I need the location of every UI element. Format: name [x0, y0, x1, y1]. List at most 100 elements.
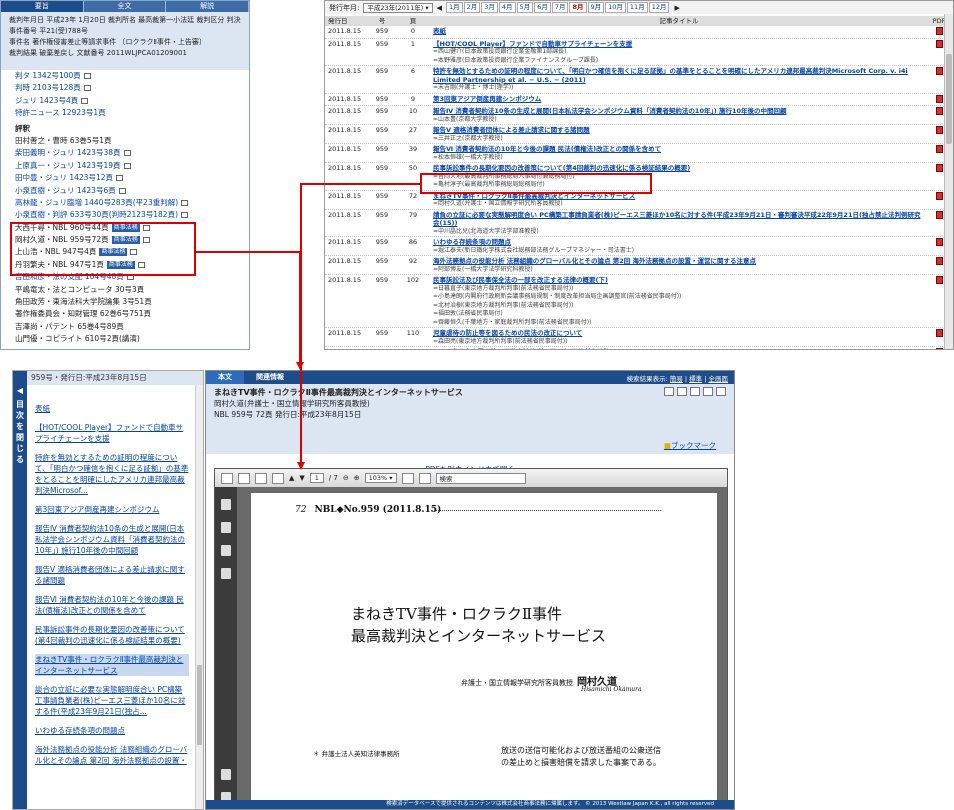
fit-page-icon[interactable] [401, 472, 414, 484]
tab-body[interactable]: 本文 [206, 371, 244, 384]
tab-related[interactable]: 関連情報 [244, 371, 296, 384]
display-simple-link[interactable]: 簡易 [670, 375, 683, 383]
pdf-icon[interactable] [935, 67, 943, 75]
reference-link[interactable]: 判タ 1342号100頁 [15, 71, 81, 80]
commentary-link[interactable]: 柴田義明・ジュリ 1423号38頁 [15, 148, 121, 157]
display-standard-link[interactable]: 標準 [689, 375, 702, 383]
reference-link[interactable]: ジュリ 1423号4頁 [15, 96, 78, 105]
page-number-input[interactable]: 1 [309, 473, 324, 483]
month-tab[interactable]: 1月 [445, 2, 463, 13]
commentary-link[interactable]: 小泉直樹・ジュリ 1423号6頁 [15, 186, 116, 195]
pdf-icon[interactable] [935, 257, 943, 265]
pdf-icon[interactable] [935, 145, 943, 153]
month-tab[interactable]: 8月 [569, 2, 587, 13]
document-icon[interactable] [221, 568, 231, 579]
print-icon[interactable] [221, 472, 233, 484]
pdf-icon[interactable] [935, 210, 943, 219]
toc-item[interactable]: 民事訴訟事件の長期化要因の改善策について(第4回裁判の迅速化に係る検証結果の概要… [35, 624, 189, 646]
next-icon[interactable]: ▶ [674, 4, 679, 12]
tab-summary[interactable]: 要旨 [1, 1, 84, 12]
pdf-icon[interactable] [935, 94, 943, 103]
toc-item[interactable]: 報告Ⅵ 消費者契約法の10年と今後の課題 民法(債権法)改正との関係を含めて [35, 594, 189, 616]
display-full-link[interactable]: 全画面 [709, 375, 729, 383]
article-title-link[interactable]: 報告Ⅵ 消費者契約法の10年と今後の課題 民法(債権法)改正との関係を含めて [433, 145, 925, 154]
pdf-icon[interactable] [935, 329, 943, 337]
article-title-link[interactable]: 児童虐待の防止等を図るための民法の改正について [433, 329, 925, 338]
pdf-icon[interactable] [935, 238, 943, 246]
share-icon[interactable] [272, 472, 284, 484]
zoom-out-icon[interactable]: ⊖ [343, 474, 349, 482]
tab-fulltext[interactable]: 全文 [84, 1, 167, 12]
pdf-search-input[interactable]: 検索 [435, 472, 526, 484]
save-icon[interactable] [690, 387, 700, 396]
month-tab[interactable]: 11月 [626, 2, 648, 13]
pdf-icon[interactable] [935, 164, 943, 172]
pdf-icon[interactable] [935, 107, 943, 115]
toc-item[interactable]: 表紙 [35, 403, 189, 414]
month-tab[interactable]: 3月 [481, 2, 498, 13]
pdf-icon[interactable] [935, 39, 943, 48]
close-toc-button[interactable]: ◀ 目次を閉じる [13, 371, 27, 809]
month-tab[interactable]: 9月 [587, 2, 605, 13]
fullscreen-icon[interactable] [418, 472, 431, 484]
pdf-icon[interactable] [935, 348, 943, 349]
toc-item[interactable]: 海外法務拠点の役能分析 法務組織のグローバル化とその論点 第2回 海外法務拠点の… [35, 744, 189, 766]
toc-item[interactable]: 談合の立証に必要な実態解明度合い PC構築工事請負業者(株)ピーエス三菱ほか10… [35, 684, 189, 717]
toc-item[interactable]: 第3回東アジア倒産再建シンポジウム [35, 504, 189, 515]
year-select[interactable]: 平成23年(2011年) ▾ [363, 2, 433, 13]
zoom-select[interactable]: 103% ▾ [364, 473, 397, 483]
article-title-link[interactable]: 報告Ⅴ 適格消費者団体による差止請求に関する諸問題 [433, 126, 925, 135]
pdf-icon[interactable] [935, 191, 943, 200]
month-tab[interactable]: 7月 [551, 2, 569, 13]
tab-commentary[interactable]: 解説 [166, 1, 249, 12]
article-title-link[interactable]: 報告Ⅳ 消費者契約法10条の生成と展開(日本私法学会シンポジウム資料「消費者契約… [433, 107, 925, 116]
pdf-icon[interactable] [935, 276, 943, 284]
month-tab[interactable]: 5月 [516, 2, 534, 13]
pages-icon[interactable] [221, 522, 231, 533]
commentary-link[interactable]: 小泉直樹・判評 633号30頁(判時2123号182頁) [15, 210, 178, 219]
commentary-link[interactable]: 田中豊・ジュリ 1423号12頁 [15, 173, 113, 182]
article-title-link[interactable]: 特許を無効とするための証明の程度について、「明白かつ確信を抱くに足る証拠」の基準… [433, 67, 925, 84]
zoom-in-icon[interactable]: ⊕ [354, 474, 360, 482]
scrollbar[interactable] [195, 385, 203, 809]
scrollbar[interactable] [944, 14, 953, 349]
reference-link[interactable]: 判時 2103号128頁 [15, 83, 81, 92]
month-tab[interactable]: 2月 [463, 2, 481, 13]
toc-item[interactable]: まねきTV事件・ロクラクⅡ事件最高裁判決とインターネットサービス [35, 654, 189, 676]
binoculars-icon[interactable] [221, 545, 231, 556]
month-tab[interactable]: 10月 [605, 2, 626, 13]
article-title-link[interactable]: 第3回東アジア倒産再建シンポジウム [433, 95, 925, 104]
bookmark-link[interactable]: ■ブックマーク [664, 440, 716, 451]
page-down-icon[interactable]: ▼ [299, 474, 304, 482]
comment-icon[interactable] [221, 769, 231, 780]
toc-item[interactable]: 特許を無効とするための証明の程度について、「明白かつ確信を抱くに足る証拠」の基準… [35, 452, 189, 496]
prev-icon[interactable]: ◀ [437, 4, 442, 12]
month-tab[interactable]: 6月 [534, 2, 551, 13]
attach-icon[interactable] [255, 472, 267, 484]
toc-item[interactable]: 報告Ⅳ 消費者契約法10条の生成と展開(日本私法学会シンポジウム資料「消費者契約… [35, 523, 189, 556]
article-title-link[interactable]: 表紙 [433, 27, 925, 36]
reference-link[interactable]: 特許ニュース 12923号1頁 [15, 108, 106, 117]
pdf-icon[interactable] [935, 27, 943, 35]
lock-icon[interactable] [221, 499, 231, 510]
print-icon[interactable] [664, 387, 674, 396]
toc-item[interactable]: 【HOT/COOL Player】ファンドで自動車サプライチェーンを支援 [35, 422, 189, 444]
article-title-link[interactable]: 【HOT/COOL Player】ファンドで自動車サプライチェーンを支援 [433, 40, 925, 49]
page-up-icon[interactable]: ▲ [289, 474, 294, 482]
toc-item[interactable]: 報告Ⅴ 適格消費者団体による差止請求に関する諸問題 [35, 564, 189, 586]
month-tab[interactable]: 4月 [498, 2, 516, 13]
month-tab[interactable]: 12月 [648, 2, 670, 13]
commentary-link[interactable]: 上原真一・ジュリ 1423号19頁 [15, 161, 121, 170]
article-title-link[interactable]: いわゆる存続条項の問題点 [433, 238, 925, 247]
pdf-icon[interactable] [677, 387, 687, 396]
article-title-link[interactable]: Q&A 東日本大震災後の不動産法務 第5回・完 区分所有建物 [433, 348, 925, 349]
article-title-link[interactable]: 請負の立証に必要な実態解明度合い PC構築工事請負業者(株)ピーエス三菱ほか10… [433, 211, 925, 228]
pdf-icon[interactable] [935, 126, 943, 134]
article-title-link[interactable]: 海外法務拠点の役能分析 法務組織のグローバル化とその論点 第2回 海外法務拠点の… [433, 257, 925, 266]
article-title-link[interactable]: 民事訴訟法及び民事保全法の一部を改正する法律の概要(下) [433, 276, 925, 285]
mail-icon[interactable] [703, 387, 713, 396]
toc-item[interactable]: いわゆる存続条項の問題点 [35, 725, 189, 736]
article-title-link[interactable]: 民事訴訟事件の長期化要因の改善策について(第4回裁判の迅速化に係る検証結果の概要… [433, 164, 925, 173]
save-icon[interactable] [238, 472, 250, 484]
export-icon[interactable] [716, 387, 726, 396]
